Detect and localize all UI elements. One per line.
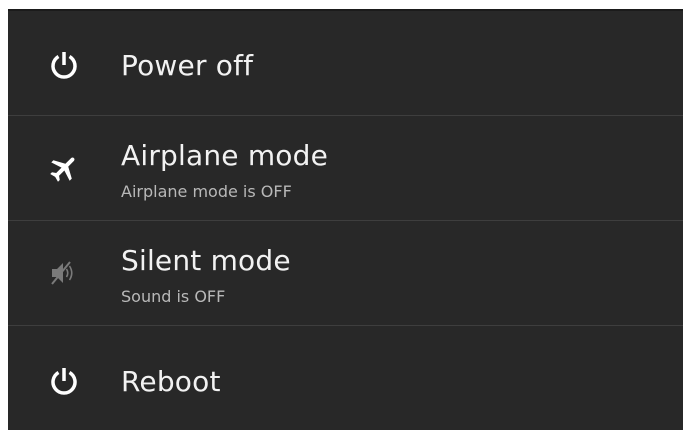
sound-off-icon xyxy=(51,261,73,285)
reboot-item[interactable]: Reboot xyxy=(8,326,683,432)
airplane-mode-item[interactable]: Airplane mode Airplane mode is OFF xyxy=(8,116,683,220)
power-icon xyxy=(51,52,77,79)
power-icon xyxy=(51,368,77,395)
airplane-mode-status: Airplane mode is OFF xyxy=(121,182,292,201)
power-off-item[interactable]: Power off xyxy=(8,11,683,115)
silent-mode-item[interactable]: Silent mode Sound is OFF xyxy=(8,221,683,325)
silent-mode-label: Silent mode xyxy=(121,244,291,277)
silent-mode-status: Sound is OFF xyxy=(121,287,226,306)
power-off-label: Power off xyxy=(121,49,254,82)
airplane-mode-label: Airplane mode xyxy=(121,139,329,172)
airplane-icon xyxy=(50,157,75,182)
reboot-label: Reboot xyxy=(121,365,221,398)
power-options-dialog: Power off Airplane mode Airplane mode is… xyxy=(8,9,683,430)
